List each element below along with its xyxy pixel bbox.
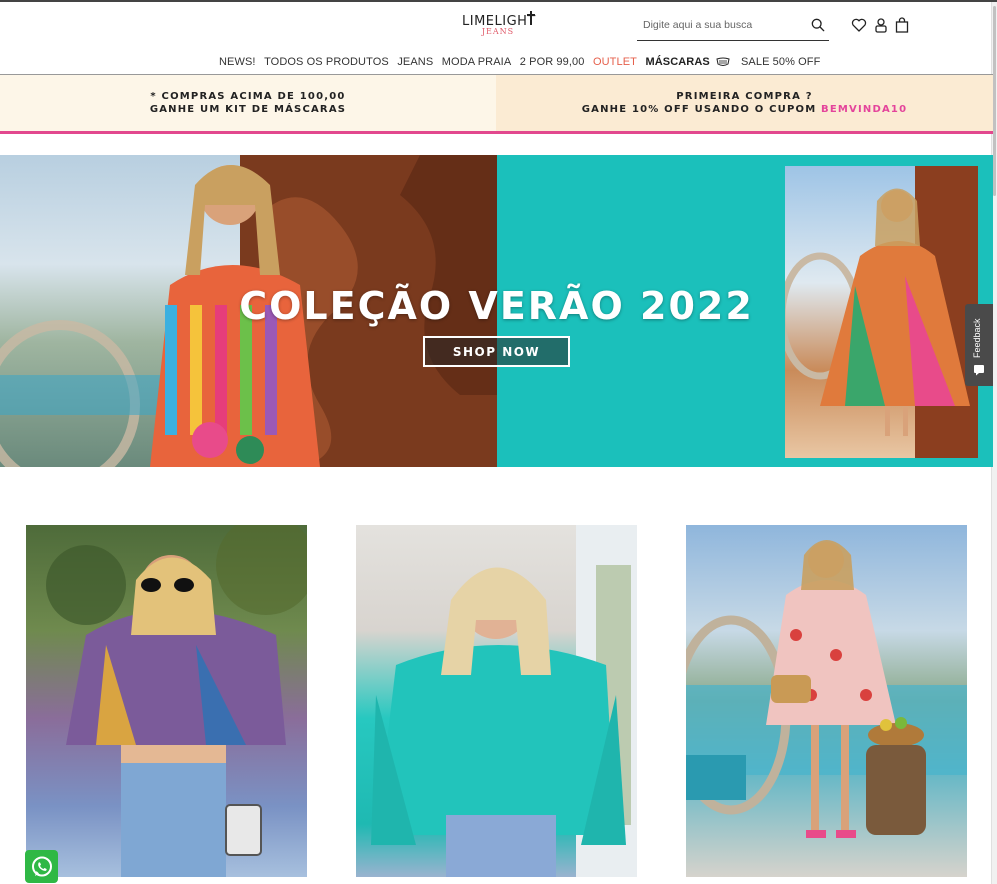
feedback-label: Feedback — [972, 318, 982, 358]
nav-sale[interactable]: SALE 50% OFF — [741, 56, 820, 68]
heart-icon[interactable] — [851, 17, 867, 33]
coupon-code: BEMVINDA10 — [821, 104, 908, 115]
product-card-3[interactable] — [686, 525, 967, 877]
hero-banner[interactable]: COLEÇÃO VERÃO 2022 SHOP NOW — [0, 155, 993, 467]
product-card-1[interactable] — [26, 525, 307, 877]
nav-outlet[interactable]: OUTLET — [593, 56, 637, 68]
nav-news[interactable]: NEWS! — [219, 56, 256, 68]
whatsapp-button[interactable] — [25, 850, 58, 883]
feedback-tab[interactable]: Feedback — [965, 304, 993, 386]
nav-all-products[interactable]: TODOS OS PRODUTOS — [264, 56, 389, 68]
user-icon[interactable] — [873, 17, 889, 33]
product-image-3 — [686, 540, 967, 838]
promo-underline — [0, 131, 993, 134]
mask-icon — [716, 57, 730, 67]
scrollbar-thumb[interactable] — [993, 6, 996, 196]
nav-swimwear[interactable]: MODA PRAIA — [442, 56, 511, 68]
promo-right-line2-prefix: GANHE 10% OFF USANDO O CUPOM — [581, 104, 822, 115]
search-input[interactable] — [637, 12, 803, 38]
bag-icon[interactable] — [894, 17, 910, 33]
promo-left-line1: * COMPRAS ACIMA DE 100,00 — [150, 91, 346, 102]
window-top-border — [0, 0, 997, 2]
main-navigation: NEWS! TODOS OS PRODUTOS JEANS MODA PRAIA… — [0, 52, 997, 72]
nav-masks-label: MÁSCARAS — [645, 55, 710, 68]
search-bar — [637, 12, 829, 41]
whatsapp-icon — [31, 856, 52, 876]
nav-2-for-99[interactable]: 2 POR 99,00 — [520, 56, 585, 68]
promo-right-line1: PRIMEIRA COMPRA ? — [676, 91, 813, 102]
search-icon[interactable] — [811, 18, 825, 32]
nav-jeans[interactable]: JEANS — [397, 56, 433, 68]
product-card-2[interactable] — [356, 525, 637, 877]
promo-first-purchase[interactable]: PRIMEIRA COMPRA ? GANHE 10% OFF USANDO O… — [496, 75, 993, 131]
product-image-1 — [46, 525, 307, 877]
nav-masks[interactable]: MÁSCARAS — [645, 56, 731, 68]
shop-now-button[interactable]: SHOP NOW — [423, 336, 570, 367]
product-image-2 — [371, 525, 637, 877]
hero-title: COLEÇÃO VERÃO 2022 — [239, 284, 754, 328]
promo-right-line2: GANHE 10% OFF USANDO O CUPOM BEMVINDA10 — [582, 103, 907, 116]
site-logo[interactable]: LIMELIGHT JEANS — [462, 11, 535, 42]
promo-left-line2: GANHE UM KIT DE MÁSCARAS — [149, 104, 347, 115]
logo-cross-mark — [527, 11, 535, 25]
promo-masks-kit[interactable]: * COMPRAS ACIMA DE 100,00 GANHE UM KIT D… — [0, 75, 496, 131]
chat-icon — [974, 365, 984, 376]
